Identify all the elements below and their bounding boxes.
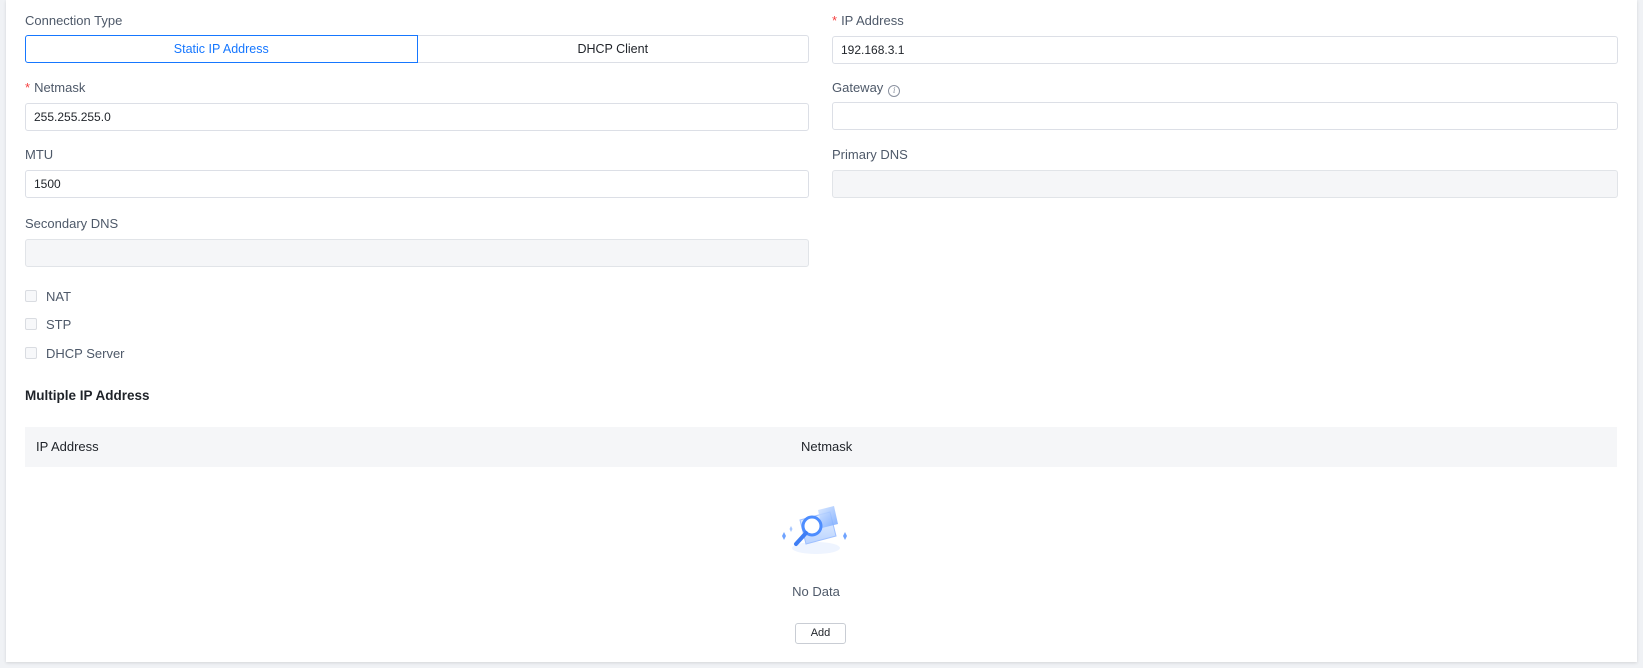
mtu-label: MTU [25, 147, 54, 162]
ip-address-label-text: IP Address [841, 13, 904, 28]
secondary-dns-label: Secondary DNS [25, 216, 119, 231]
multiple-ip-title: Multiple IP Address [25, 388, 150, 403]
required-mark: * [25, 80, 31, 95]
empty-search-illustration-icon [782, 506, 847, 554]
column-header-netmask: Netmask [801, 439, 853, 454]
empty-state-text: No Data [792, 584, 840, 599]
multiple-ip-table-header: IP Address Netmask [25, 427, 1617, 467]
netmask-input[interactable]: 255.255.255.0 [25, 103, 809, 131]
stp-label: STP [46, 316, 72, 332]
nat-checkbox[interactable] [25, 290, 37, 302]
connection-type-label: Connection Type [25, 13, 123, 28]
secondary-dns-input [25, 239, 809, 267]
add-ip-button[interactable]: Add [795, 623, 846, 644]
gateway-input[interactable] [832, 102, 1618, 130]
stp-option[interactable]: STP [25, 315, 71, 333]
primary-dns-input [832, 170, 1618, 198]
ip-address-input[interactable]: 192.168.3.1 [832, 36, 1618, 64]
netmask-label: * Netmask [25, 80, 85, 96]
stp-checkbox[interactable] [25, 318, 37, 330]
primary-dns-label: Primary DNS [832, 147, 908, 162]
dhcp-client-option[interactable]: DHCP Client [417, 35, 809, 63]
connection-type-toggle: Static IP Address DHCP Client [25, 35, 809, 63]
gateway-label-text: Gateway [832, 80, 884, 95]
info-circle-icon[interactable]: i [888, 85, 901, 97]
dhcp-server-option[interactable]: DHCP Server [25, 344, 125, 362]
nat-label: NAT [46, 288, 72, 304]
network-settings-panel: Connection Type Static IP Address DHCP C… [6, 0, 1637, 662]
dhcp-server-checkbox[interactable] [25, 347, 37, 359]
gateway-label: Gateway i [832, 80, 901, 97]
mtu-input[interactable]: 1500 [25, 170, 809, 198]
nat-option[interactable]: NAT [25, 287, 71, 305]
netmask-label-text: Netmask [34, 80, 86, 95]
dhcp-server-label: DHCP Server [46, 345, 125, 361]
ip-address-label: * IP Address [832, 13, 904, 29]
static-ip-option[interactable]: Static IP Address [25, 35, 418, 63]
column-header-ip-address: IP Address [36, 439, 99, 454]
required-mark: * [832, 13, 838, 28]
